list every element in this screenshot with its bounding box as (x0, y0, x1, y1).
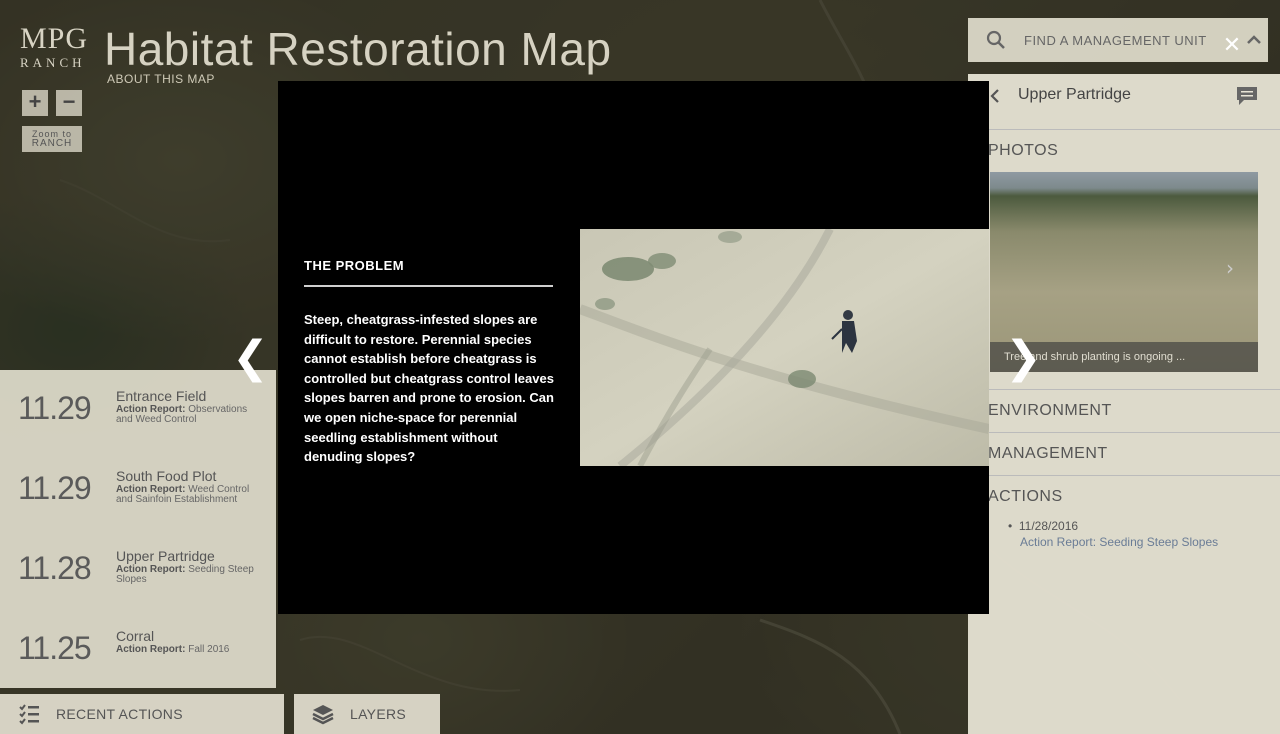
zoom-ranch-line2: RANCH (31, 138, 73, 149)
photos-section-label: PHOTOS (988, 142, 1059, 159)
recent-action-label: Action Report: (116, 644, 186, 655)
recent-action-subtitle: Action Report: Seeding Steep Slopes (116, 565, 266, 585)
layers-icon (312, 705, 334, 725)
lightbox-modal: THE PROBLEM Steep, cheatgrass-infested s… (278, 81, 989, 614)
mpg-ranch-logo[interactable]: MPG RANCH (20, 22, 89, 70)
divider (968, 432, 1280, 433)
recent-action-title: Corral (116, 628, 155, 644)
modal-aerial-photo (580, 229, 989, 466)
recent-action-date: 11.29 (18, 470, 92, 506)
recent-action-item[interactable]: 11.28 Upper Partridge Action Report: See… (0, 530, 276, 610)
action-date-text: 11/28/2016 (1018, 519, 1079, 533)
unit-header: Upper Partridge (968, 74, 1280, 130)
recent-actions-panel: 11.29 Entrance Field Action Report: Obse… (0, 370, 276, 688)
action-list-item[interactable]: • 11/28/2016 Action Report: Seeding Stee… (1008, 518, 1218, 550)
logo-mpg-text: MPG (20, 22, 89, 55)
back-chevron-icon[interactable] (988, 89, 1002, 103)
recent-action-date: 11.25 (18, 630, 92, 666)
comment-icon[interactable] (1236, 86, 1258, 106)
zoom-to-ranch-button[interactable]: Zoom to RANCH (22, 126, 82, 152)
actions-section-label: ACTIONS (988, 488, 1063, 505)
recent-action-detail: Fall 2016 (188, 644, 230, 655)
zoom-out-button[interactable]: − (56, 90, 82, 116)
management-unit-panel: Upper Partridge PHOTOS Tree and shrub pl… (968, 74, 1280, 734)
modal-prev-arrow[interactable]: ❮ (232, 336, 269, 380)
modal-close-button[interactable]: ✕ (1220, 34, 1244, 58)
action-report-line: Action Report: Seeding Steep Slopes (1008, 534, 1218, 550)
recent-action-item[interactable]: 11.25 Corral Action Report: Fall 2016 (0, 610, 276, 690)
aerial-slope-image (580, 229, 989, 466)
recent-action-title: Entrance Field (116, 388, 207, 404)
modal-heading-rule (304, 285, 553, 287)
recent-actions-tab[interactable]: RECENT ACTIONS (0, 694, 284, 734)
page-title: Habitat Restoration Map (104, 23, 612, 75)
divider (968, 475, 1280, 476)
chevron-up-icon[interactable] (1246, 32, 1262, 48)
search-icon (986, 30, 1005, 49)
modal-next-arrow[interactable]: ❯ (1005, 336, 1042, 380)
action-date: • 11/28/2016 (1008, 519, 1079, 533)
zoom-in-button[interactable]: + (22, 90, 48, 116)
recent-action-title: Upper Partridge (116, 548, 215, 564)
search-input[interactable]: FIND A MANAGEMENT UNIT (1024, 33, 1207, 48)
recent-action-item[interactable]: 11.29 South Food Plot Action Report: Wee… (0, 450, 276, 530)
recent-action-date: 11.28 (18, 550, 92, 586)
logo-ranch-text: RANCH (20, 55, 86, 70)
recent-action-subtitle: Action Report: Fall 2016 (116, 645, 266, 655)
modal-body-text: Steep, cheatgrass-infested slopes are di… (304, 312, 554, 465)
action-report-label: Action Report: (1020, 535, 1097, 549)
layers-tab[interactable]: LAYERS (294, 694, 440, 734)
recent-action-subtitle: Action Report: Observations and Weed Con… (116, 405, 266, 425)
checklist-icon (19, 704, 39, 725)
divider (968, 389, 1280, 390)
recent-actions-tab-label: RECENT ACTIONS (56, 706, 183, 722)
photo-next-chevron-icon[interactable]: › (1226, 258, 1234, 278)
about-this-map-link[interactable]: ABOUT THIS MAP (107, 72, 215, 86)
unit-name: Upper Partridge (1018, 86, 1131, 103)
recent-action-title: South Food Plot (116, 468, 217, 484)
recent-action-date: 11.29 (18, 390, 92, 426)
recent-action-subtitle: Action Report: Weed Control and Sainfoin… (116, 485, 266, 505)
layers-tab-label: LAYERS (350, 706, 407, 722)
action-report-link[interactable]: Seeding Steep Slopes (1099, 535, 1218, 549)
management-section-label[interactable]: MANAGEMENT (988, 445, 1108, 463)
modal-heading: THE PROBLEM (304, 258, 405, 273)
environment-section-label[interactable]: ENVIRONMENT (988, 402, 1112, 420)
